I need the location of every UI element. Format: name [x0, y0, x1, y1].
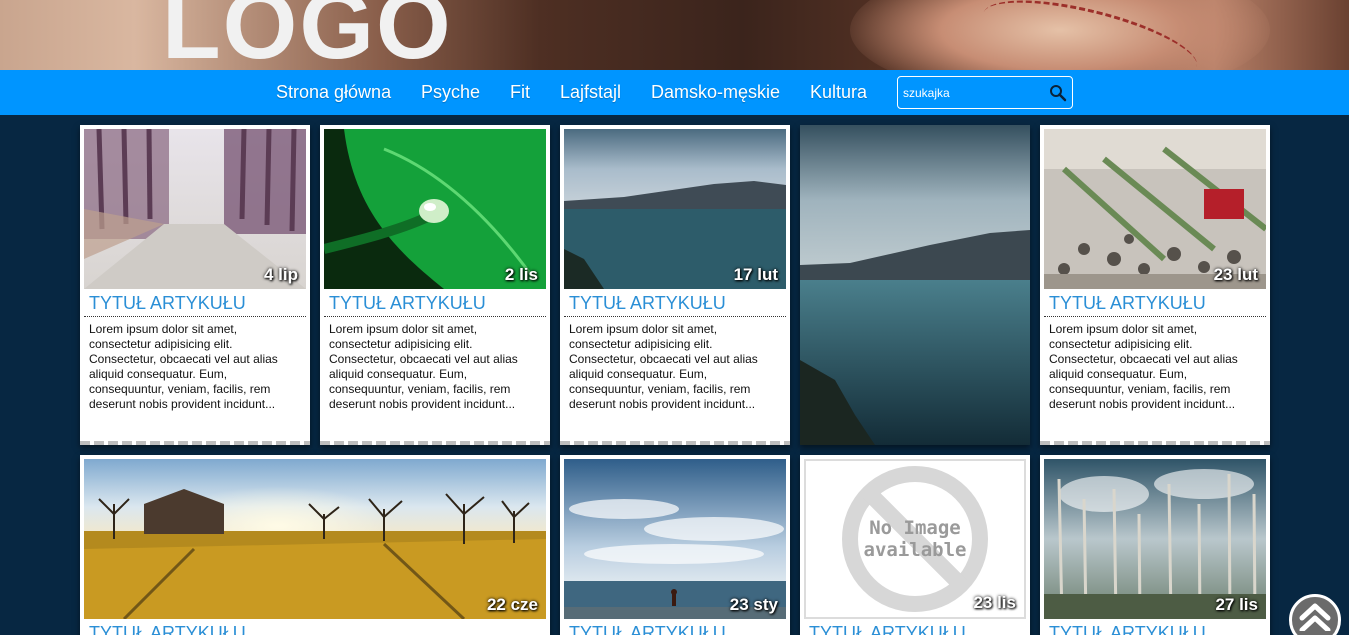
nav-item-psyche[interactable]: Psyche: [421, 82, 480, 103]
article-date: 22 cze: [486, 595, 538, 614]
article-image[interactable]: 27 lis: [1044, 459, 1266, 619]
card-footer-border: [560, 441, 790, 445]
no-image-line-1: No Image: [869, 517, 961, 539]
main-nav: Strona główna Psyche Fit Lajfstajl Damsk…: [0, 70, 1349, 115]
card-footer-border: [320, 441, 550, 445]
article-excerpt: Lorem ipsum dolor sit amet, consectetur …: [569, 322, 758, 411]
article-title[interactable]: TYTUŁ ARTYKUŁU: [569, 623, 726, 635]
scroll-to-top-button[interactable]: [1289, 594, 1341, 635]
article-card[interactable]: No Image available 23 lis TYTUŁ ARTYKUŁU: [800, 455, 1030, 635]
article-excerpt: Lorem ipsum dolor sit amet, consectetur …: [1049, 322, 1238, 411]
article-date: 23 lis: [973, 593, 1016, 612]
article-card[interactable]: 17 lut TYTUŁ ARTYKUŁU Lorem ipsum dolor …: [560, 125, 790, 445]
article-date: 27 lis: [1215, 595, 1258, 614]
card-footer-border: [1040, 441, 1270, 445]
article-card[interactable]: 2 lis TYTUŁ ARTYKUŁU Lorem ipsum dolor s…: [320, 125, 550, 445]
article-title[interactable]: TYTUŁ ARTYKUŁU: [329, 293, 486, 314]
article-title[interactable]: TYTUŁ ARTYKUŁU: [809, 623, 966, 635]
article-image[interactable]: [800, 125, 1030, 445]
article-image[interactable]: 23 sty: [564, 459, 786, 619]
header-banner: LOGO: [0, 0, 1349, 70]
article-excerpt: Lorem ipsum dolor sit amet, consectetur …: [329, 322, 518, 411]
title-divider: [1044, 316, 1266, 317]
title-divider: [84, 316, 306, 317]
article-card[interactable]: 23 lut TYTUŁ ARTYKUŁU Lorem ipsum dolor …: [1040, 125, 1270, 445]
article-date: 23 sty: [729, 595, 778, 614]
article-title[interactable]: TYTUŁ ARTYKUŁU: [1049, 623, 1206, 635]
article-card[interactable]: 23 sty TYTUŁ ARTYKUŁU: [560, 455, 790, 635]
no-image-line-2: available: [863, 539, 967, 561]
nav-item-lajfstajl[interactable]: Lajfstajl: [560, 82, 621, 103]
article-image[interactable]: 2 lis: [324, 129, 546, 289]
no-image-label: No Image available: [806, 517, 1024, 561]
search-box: [897, 76, 1073, 109]
article-image[interactable]: 22 cze: [84, 459, 546, 619]
chevron-up-icon: [1299, 603, 1331, 631]
article-card-wide[interactable]: 22 cze TYTUŁ ARTYKUŁU: [80, 455, 550, 635]
search-icon[interactable]: [1049, 84, 1067, 102]
article-card[interactable]: 4 lip TYTUŁ ARTYKUŁU Lorem ipsum dolor s…: [80, 125, 310, 445]
nav-item-home[interactable]: Strona główna: [276, 82, 391, 103]
article-image[interactable]: 23 lut: [1044, 129, 1266, 289]
article-title[interactable]: TYTUŁ ARTYKUŁU: [569, 293, 726, 314]
article-date: 17 lut: [733, 265, 778, 284]
title-divider: [564, 316, 786, 317]
card-footer-border: [80, 441, 310, 445]
article-image[interactable]: 17 lut: [564, 129, 786, 289]
title-divider: [324, 316, 546, 317]
article-title[interactable]: TYTUŁ ARTYKUŁU: [1049, 293, 1206, 314]
search-input[interactable]: [903, 83, 1043, 103]
nav-item-fit[interactable]: Fit: [510, 82, 530, 103]
article-date: 2 lis: [504, 265, 538, 284]
article-date: 4 lip: [263, 265, 298, 284]
nav-item-damsko-meskie[interactable]: Damsko-męskie: [651, 82, 780, 103]
article-card[interactable]: 27 lis TYTUŁ ARTYKUŁU: [1040, 455, 1270, 635]
nav-item-kultura[interactable]: Kultura: [810, 82, 867, 103]
no-image-placeholder[interactable]: No Image available 23 lis: [804, 459, 1026, 619]
article-excerpt: Lorem ipsum dolor sit amet, consectetur …: [89, 322, 278, 411]
logo[interactable]: LOGO: [162, 0, 453, 70]
article-title[interactable]: TYTUŁ ARTYKUŁU: [89, 623, 246, 635]
article-title[interactable]: TYTUŁ ARTYKUŁU: [89, 293, 246, 314]
article-date: 23 lut: [1213, 265, 1258, 284]
article-card-image-only[interactable]: [800, 125, 1030, 445]
article-image[interactable]: 4 lip: [84, 129, 306, 289]
